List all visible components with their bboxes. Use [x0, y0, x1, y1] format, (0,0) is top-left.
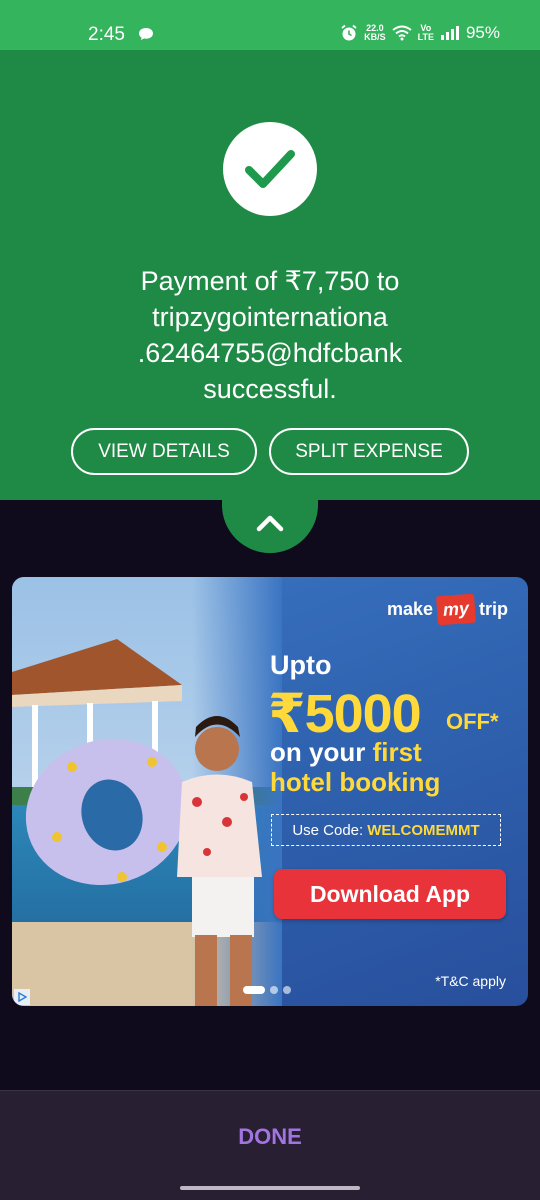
network-speed: 22.0 KB/S: [364, 24, 386, 42]
payment-message-line3: .62464755@hdfcbank: [137, 338, 403, 368]
payment-message: Payment of ₹7,750 to tripzygointernation…: [40, 263, 500, 407]
split-expense-button[interactable]: SPLIT EXPENSE: [269, 428, 469, 475]
ad-hero-image: [12, 577, 282, 1006]
ad-banner[interactable]: make my trip Upto ₹5000 OFF* on your fir…: [12, 577, 528, 1006]
network-speed-unit: KB/S: [364, 32, 386, 42]
promo-code-value: WELCOMEMMT: [367, 821, 480, 839]
success-badge: [223, 122, 317, 216]
offer-first: first: [372, 737, 422, 767]
offer-line: on your first: [270, 737, 422, 767]
status-icons: 22.0 KB/S Vo LTE 95%: [340, 23, 500, 43]
adchoices-icon[interactable]: [14, 989, 30, 1005]
payment-success-panel: Payment of ₹7,750 to tripzygointernation…: [0, 50, 540, 500]
bottom-bar: DONE: [0, 1090, 540, 1200]
play-triangle-icon: [18, 992, 27, 1002]
payment-message-line4: successful.: [203, 374, 337, 404]
carousel-dot-3[interactable]: [283, 986, 291, 994]
check-icon: [245, 150, 295, 188]
alarm-icon: [341, 24, 357, 41]
home-gesture-bar[interactable]: [180, 1186, 360, 1190]
carousel-dot-1[interactable]: [243, 986, 265, 994]
promo-code: Use Code: WELCOMEMMT: [271, 814, 501, 846]
offer-upto: Upto: [270, 650, 332, 680]
brand-make: make: [386, 599, 433, 619]
battery-percent: 95%: [465, 23, 500, 42]
offer-off: OFF*: [446, 709, 499, 734]
done-button[interactable]: DONE: [200, 1119, 340, 1155]
offer-hotel-booking: hotel booking: [270, 767, 441, 797]
signal-icon: [440, 26, 459, 40]
carousel-indicator[interactable]: [243, 986, 291, 994]
payment-message-line1: Payment of ₹7,750 to: [140, 266, 400, 296]
status-time: 2:45: [88, 24, 125, 45]
promo-code-label: Use Code:: [292, 821, 364, 839]
brand-my: my: [436, 593, 476, 626]
carousel-dot-2[interactable]: [270, 986, 278, 994]
payment-message-line2: tripzygointernationa: [152, 302, 388, 332]
offer-on-your: on your: [270, 737, 366, 767]
makemytrip-logo: make my trip: [386, 593, 508, 626]
offer-amount: ₹5000: [268, 684, 422, 744]
download-app-button[interactable]: Download App: [274, 869, 506, 919]
message-notification-icon: [139, 28, 153, 40]
brand-trip: trip: [479, 599, 508, 619]
terms-note: *T&C apply: [435, 973, 506, 989]
view-details-button[interactable]: VIEW DETAILS: [71, 428, 257, 475]
volte-bottom: LTE: [417, 32, 434, 42]
chevron-up-icon: [256, 515, 284, 532]
status-bar: 2:45 22.0 KB/S Vo LTE 95%: [0, 0, 540, 50]
volte-indicator: Vo LTE: [418, 24, 434, 42]
wifi-icon: [392, 25, 412, 41]
